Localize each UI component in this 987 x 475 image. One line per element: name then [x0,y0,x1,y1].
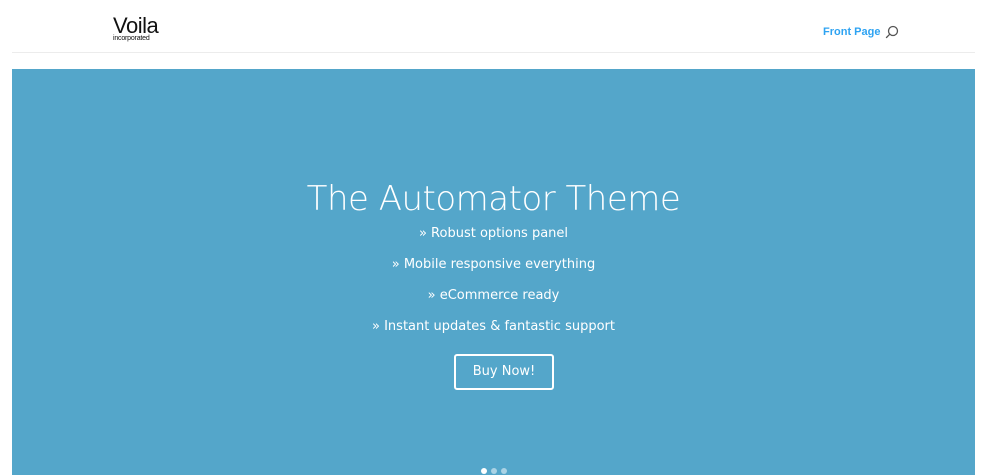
hero-feature-item: » Mobile responsive everything [391,257,596,272]
header-divider [12,52,975,53]
slider-dot-3[interactable] [500,468,507,474]
hero-feature-item: » Robust options panel [418,226,569,241]
site-header: Voila incorporated Front Page [0,0,987,52]
hero-title: The Automator Theme [306,179,681,219]
logo-name: Voila [113,13,159,38]
slider-dot-2[interactable] [490,468,497,474]
search-button[interactable] [884,24,900,40]
logo-tagline: incorporated [113,35,150,42]
nav-item-front-page[interactable]: Front Page [823,25,880,39]
site-logo[interactable]: Voila incorporated [113,15,173,49]
slider-dot-1[interactable] [480,468,487,474]
hero-feature-item: » eCommerce ready [427,288,560,303]
hero-feature-item: » Instant updates & fantastic support [372,319,615,334]
buy-now-button[interactable]: Buy Now! [454,354,554,390]
hero-slider: The Automator Theme » Robust options pan… [12,69,975,475]
slider-pagination [12,468,975,475]
search-icon [884,24,900,40]
